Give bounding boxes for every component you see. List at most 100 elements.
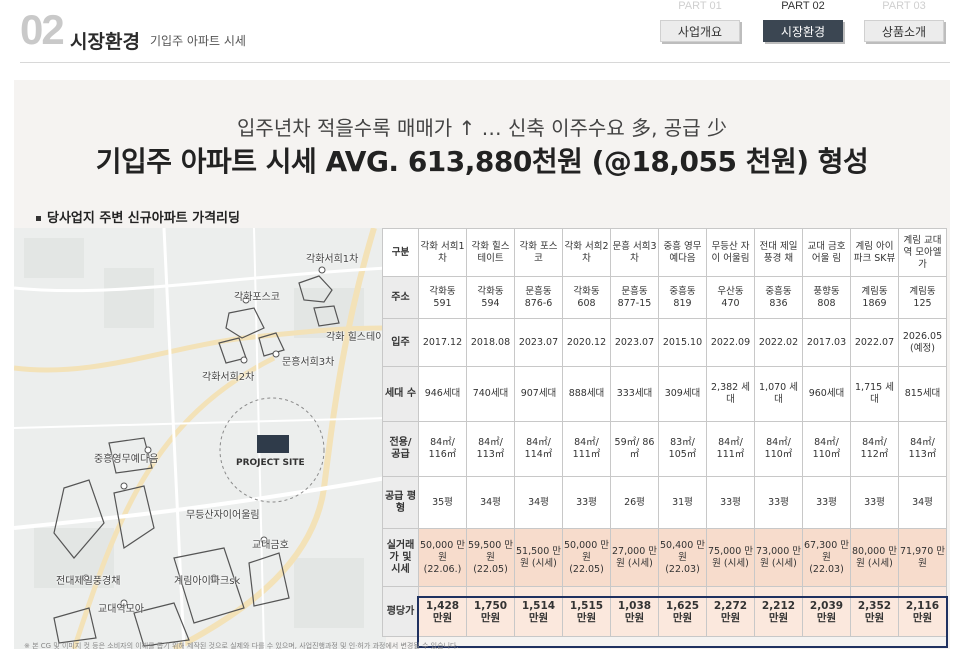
- table-cell: 2,352 만원: [850, 586, 899, 637]
- table-cell: 84㎡/ 114㎡: [514, 421, 563, 477]
- table-cell: 67,300 만원 (22.03): [802, 528, 851, 587]
- table-cell: 27,000 만원 (시세): [610, 528, 659, 587]
- page-title: 시장환경: [70, 31, 140, 53]
- table-cell: 2015.10: [658, 318, 707, 367]
- row-header-ppy: 평당가: [382, 586, 419, 637]
- table-row-ppy: 평당가 1,428 만원 1,750 만원 1,514 만원 1,515 만원 1,038…: [382, 586, 947, 637]
- table-cell: 84㎡/ 112㎡: [850, 421, 899, 477]
- section-title-text: 당사업지 주변 신규아파트 가격리딩: [47, 211, 240, 226]
- table-cell: 1,750 만원: [466, 586, 515, 637]
- table-row-movein: 입주 2017.12 2018.08 2023.07 2020.12 2023.07 201…: [382, 318, 947, 367]
- table-cell: 문흥동 876-6: [514, 276, 563, 319]
- table-cell: 2023.07: [610, 318, 659, 367]
- table-cell: 946세대: [418, 366, 467, 422]
- row-header-address: 주소: [382, 276, 419, 319]
- price-table: 구분 각화 서희1차 각화 힐스테이트 각화 포스코 각화 서희2차 문흥 서희3차 중흥 …: [382, 228, 947, 637]
- table-cell: 각화 서희1차: [418, 228, 467, 277]
- table-cell: 35평: [418, 476, 467, 529]
- table-row-pyeong: 공급 평형 35평 34평 34평 33평 26평 31평 33평 33평 33평 33평 34평: [382, 476, 947, 529]
- table-cell: 84㎡/ 110㎡: [754, 421, 803, 477]
- table-cell: 33평: [754, 476, 803, 529]
- nav-button-market[interactable]: 시장환경: [763, 20, 843, 42]
- map-label-gyerim: 계림아이파크sk: [174, 576, 241, 587]
- map-label-junghung: 중흥영무예다음: [94, 454, 159, 465]
- table-cell: 84㎡/ 113㎡: [898, 421, 947, 477]
- nav-button-product[interactable]: 상품소개: [864, 20, 944, 42]
- table-cell: 71,970 만원: [898, 528, 947, 587]
- table-cell: 33평: [562, 476, 611, 529]
- table-cell: 73,000 만원 (시세): [754, 528, 803, 587]
- table-cell: 2026.05 (예정): [898, 318, 947, 367]
- row-header-pyeong: 공급 평형: [382, 476, 419, 529]
- table-cell: 50,400 만원 (22.03): [658, 528, 707, 587]
- table-cell: 2,272 만원: [706, 586, 755, 637]
- part-02: PART 02 시장환경: [763, 0, 843, 42]
- table-cell: 84㎡/ 111㎡: [562, 421, 611, 477]
- table-cell: 34평: [466, 476, 515, 529]
- table-cell: 59,500 만원 (22.05): [466, 528, 515, 587]
- table-cell: 31평: [658, 476, 707, 529]
- table-cell: 84㎡/ 116㎡: [418, 421, 467, 477]
- table-cell: 59㎡/ 86㎡: [610, 421, 659, 477]
- part-01: PART 01 사업개요: [660, 0, 740, 42]
- table-cell: 84㎡/ 111㎡: [706, 421, 755, 477]
- headline-subtext: 입주년차 적을수록 매매가 ↑ … 신축 이주수요 多, 공급 少: [237, 116, 727, 140]
- table-cell: 2,116 만원: [898, 586, 947, 637]
- table-cell: 309세대: [658, 366, 707, 422]
- page-subtitle: 기입주 아파트 시세: [150, 34, 246, 48]
- row-header-name: 구분: [382, 228, 419, 277]
- table-row-households: 세대 수 946세대 740세대 907세대 888세대 333세대 309세대 2,382 …: [382, 366, 947, 422]
- bullet-square-icon: [36, 216, 41, 221]
- table-cell: 2022.09: [706, 318, 755, 367]
- table-cell: 333세대: [610, 366, 659, 422]
- table-cell: 계림 교대역 모아엘가: [898, 228, 947, 277]
- table-cell: 1,625 만원: [658, 586, 707, 637]
- table-cell: 2023.07: [514, 318, 563, 367]
- table-cell: 계림동 1869: [850, 276, 899, 319]
- map-label-jeondae: 전대제일풍경채: [56, 576, 121, 587]
- table-cell: 2,039 만원: [802, 586, 851, 637]
- table-cell: 75,000 만원 (시세): [706, 528, 755, 587]
- row-header-price: 실거래가 및 시세: [382, 528, 419, 587]
- table-cell: 각화동 591: [418, 276, 467, 319]
- row-header-area: 전용/ 공급: [382, 421, 419, 477]
- table-cell: 2017.03: [802, 318, 851, 367]
- table-cell: 33평: [706, 476, 755, 529]
- table-cell: 각화 포스코: [514, 228, 563, 277]
- table-cell: 2018.08: [466, 318, 515, 367]
- table-cell: 문흥 서희3차: [610, 228, 659, 277]
- map-label-gakhwa1: 각화서희1차: [306, 254, 359, 265]
- table-cell: 계림동 125: [898, 276, 947, 319]
- table-cell: 각화동 608: [562, 276, 611, 319]
- table-cell: 34평: [514, 476, 563, 529]
- table-cell: 33평: [802, 476, 851, 529]
- table-cell: 중흥동 819: [658, 276, 707, 319]
- header-divider: [20, 62, 950, 63]
- table-cell: 전대 제일풍경 채: [754, 228, 803, 277]
- table-cell: 무등산 자이 어울림: [706, 228, 755, 277]
- location-map[interactable]: PROJECT SITE 각화서희1차 각화포스코 각화 힐스테이트 문흥서희3…: [14, 228, 386, 649]
- table-cell: 우산동 470: [706, 276, 755, 319]
- table-cell: 2017.12: [418, 318, 467, 367]
- table-cell: 26평: [610, 476, 659, 529]
- table-cell: 888세대: [562, 366, 611, 422]
- row-header-households: 세대 수: [382, 366, 419, 422]
- footnote: ※ 본 CG 및 이미지 컷 등은 소비자의 이해를 돕기 위해 제작된 것으로…: [24, 642, 459, 649]
- part-label: PART 01: [678, 0, 722, 12]
- table-cell: 50,000 만원 (22.05): [562, 528, 611, 587]
- part-label: PART 03: [882, 0, 926, 12]
- section-title: 당사업지 주변 신규아파트 가격리딩: [36, 207, 240, 226]
- map-label-mudeung: 무등산자이어울림: [186, 510, 260, 521]
- table-cell: 각화 힐스테이트: [466, 228, 515, 277]
- table-row-area: 전용/ 공급 84㎡/ 116㎡ 84㎡/ 113㎡ 84㎡/ 114㎡ 84㎡/ 11…: [382, 421, 947, 477]
- project-site-label: PROJECT SITE: [236, 458, 305, 468]
- map-label-gakhwa-hillstate: 각화 힐스테이트: [326, 332, 386, 343]
- table-row-price: 실거래가 및 시세 50,000 만원 (22.06.) 59,500 만원 (22…: [382, 528, 947, 587]
- table-cell: 34평: [898, 476, 947, 529]
- map-label-munheung3: 문흥서희3차: [282, 357, 335, 368]
- part-03: PART 03 상품소개: [864, 0, 944, 42]
- table-cell: 1,515 만원: [562, 586, 611, 637]
- table-cell: 740세대: [466, 366, 515, 422]
- nav-button-overview[interactable]: 사업개요: [660, 20, 740, 42]
- table-cell: 중흥 영무예다음: [658, 228, 707, 277]
